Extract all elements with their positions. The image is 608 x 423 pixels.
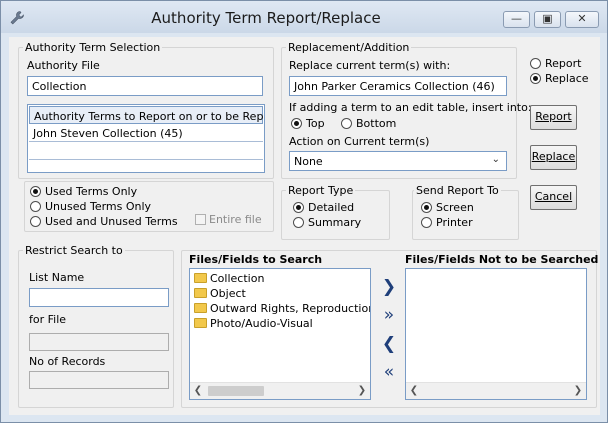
fields-not-searched-label: Files/Fields Not to be Searched: [405, 253, 599, 266]
authority-terms-list[interactable]: Authority Terms to Report on or to be Re…: [27, 104, 265, 173]
folder-icon: [194, 273, 207, 283]
cancel-button-label: Cancel: [534, 190, 573, 203]
maximize-icon: ▣: [542, 12, 553, 25]
window-title: Authority Term Report/Replace: [151, 9, 381, 27]
replace-button-label: Replace: [531, 150, 576, 163]
list-item[interactable]: John Steven Collection (45): [29, 124, 263, 142]
list-item[interactable]: Photo/Audio-Visual: [194, 316, 313, 331]
move-all-left-button[interactable]: «: [380, 363, 398, 381]
field-item-label: Object: [210, 287, 246, 300]
insert-top-radio[interactable]: [291, 118, 302, 129]
action-select-value: None: [294, 155, 323, 168]
used-unused-terms-radio[interactable]: [30, 216, 41, 227]
restrict-search-label: Restrict Search to: [23, 244, 125, 257]
move-right-button[interactable]: ❯: [380, 278, 398, 296]
screen-label: Screen: [436, 201, 474, 214]
replace-mode-radio[interactable]: [530, 73, 541, 84]
scroll-left-icon[interactable]: ❮: [407, 384, 421, 398]
report-button[interactable]: Report: [530, 105, 577, 130]
no-of-records-field: [29, 371, 169, 389]
cancel-button[interactable]: Cancel: [530, 185, 577, 210]
list-item[interactable]: Object: [194, 286, 246, 301]
screen-radio[interactable]: [421, 202, 432, 213]
unused-terms-label: Unused Terms Only: [45, 200, 152, 213]
insert-position-label: If adding a term to an edit table, inser…: [289, 101, 532, 114]
entire-file-label: Entire file: [209, 213, 262, 226]
summary-radio[interactable]: [293, 217, 304, 228]
fields-to-search-list[interactable]: Collection Object Outward Rights, Reprod…: [189, 268, 371, 400]
minimize-button[interactable]: —: [503, 11, 530, 28]
report-type-group: [281, 190, 390, 240]
field-item-label: Collection: [210, 272, 265, 285]
move-left-button[interactable]: ❮: [380, 335, 398, 353]
authority-file-label: Authority File: [27, 59, 100, 72]
authority-terms-header: Authority Terms to Report on or to be Re…: [29, 106, 264, 124]
no-of-records-label: No of Records: [29, 355, 106, 368]
entire-file-checkbox[interactable]: [195, 214, 206, 225]
close-icon: ✕: [577, 12, 587, 25]
unused-terms-radio[interactable]: [30, 201, 41, 212]
printer-label: Printer: [436, 216, 473, 229]
replace-mode-label: Replace: [545, 72, 589, 85]
fields-to-search-label: Files/Fields to Search: [189, 253, 323, 266]
scroll-thumb[interactable]: [208, 386, 264, 396]
move-all-right-button[interactable]: »: [380, 306, 398, 324]
insert-bottom-label: Bottom: [356, 117, 397, 130]
maximize-button[interactable]: ▣: [534, 11, 561, 28]
field-item-label: Photo/Audio-Visual: [210, 317, 313, 330]
insert-top-label: Top: [306, 117, 325, 130]
replacement-group-label: Replacement/Addition: [286, 41, 412, 54]
horizontal-scrollbar[interactable]: ❮ ❯: [190, 382, 370, 399]
summary-label: Summary: [308, 216, 362, 229]
list-name-label: List Name: [29, 271, 85, 284]
scroll-right-icon[interactable]: ❯: [355, 384, 369, 398]
chevron-right-icon: ❯: [381, 277, 397, 297]
dialog-window: Authority Term Report/Replace — ▣ ✕ Auth…: [0, 0, 608, 423]
folder-icon: [194, 318, 207, 328]
minimize-icon: —: [511, 12, 522, 25]
folder-icon: [194, 303, 207, 313]
chevron-left-icon: ❮: [381, 334, 397, 354]
list-item[interactable]: Collection: [194, 271, 264, 286]
report-mode-label: Report: [545, 57, 582, 70]
printer-radio[interactable]: [421, 217, 432, 228]
used-terms-label: Used Terms Only: [45, 185, 138, 198]
authority-file-input[interactable]: Collection: [27, 76, 263, 96]
chevron-down-icon: ⌄: [491, 154, 500, 165]
field-item-label: Outward Rights, Reproduction: [210, 302, 371, 315]
action-select[interactable]: None ⌄: [289, 151, 507, 171]
insert-bottom-radio[interactable]: [341, 118, 352, 129]
folder-icon: [194, 288, 207, 298]
double-chevron-left-icon: «: [383, 362, 395, 382]
scroll-left-icon[interactable]: ❮: [191, 384, 205, 398]
authority-selection-label: Authority Term Selection: [23, 41, 163, 54]
horizontal-scrollbar[interactable]: ❮ ❯: [406, 382, 586, 399]
replace-with-input[interactable]: John Parker Ceramics Collection (46): [289, 76, 507, 96]
action-label: Action on Current term(s): [289, 135, 430, 148]
double-chevron-right-icon: »: [383, 305, 395, 325]
used-unused-terms-label: Used and Unused Terms: [45, 215, 178, 228]
title-bar: Authority Term Report/Replace — ▣ ✕: [1, 1, 607, 33]
close-button[interactable]: ✕: [565, 11, 599, 28]
list-item[interactable]: Outward Rights, Reproduction: [194, 301, 371, 316]
send-report-label: Send Report To: [414, 184, 501, 197]
report-mode-radio[interactable]: [530, 58, 541, 69]
for-file-field: [29, 333, 169, 351]
for-file-label: for File: [29, 313, 67, 326]
report-type-label: Report Type: [286, 184, 356, 197]
detailed-label: Detailed: [308, 201, 355, 214]
used-terms-radio[interactable]: [30, 186, 41, 197]
detailed-radio[interactable]: [293, 202, 304, 213]
replace-with-label: Replace current term(s) with:: [289, 59, 451, 72]
list-item-empty[interactable]: [29, 142, 263, 160]
report-button-label: Report: [535, 110, 572, 123]
dialog-body: Authority Term Selection Authority File …: [9, 37, 600, 415]
list-item-empty[interactable]: [29, 160, 263, 172]
list-name-input[interactable]: [29, 288, 169, 307]
fields-not-searched-list[interactable]: ❮ ❯: [405, 268, 587, 400]
scroll-right-icon[interactable]: ❯: [571, 384, 585, 398]
replace-button[interactable]: Replace: [530, 145, 577, 170]
send-report-group: [412, 190, 519, 240]
